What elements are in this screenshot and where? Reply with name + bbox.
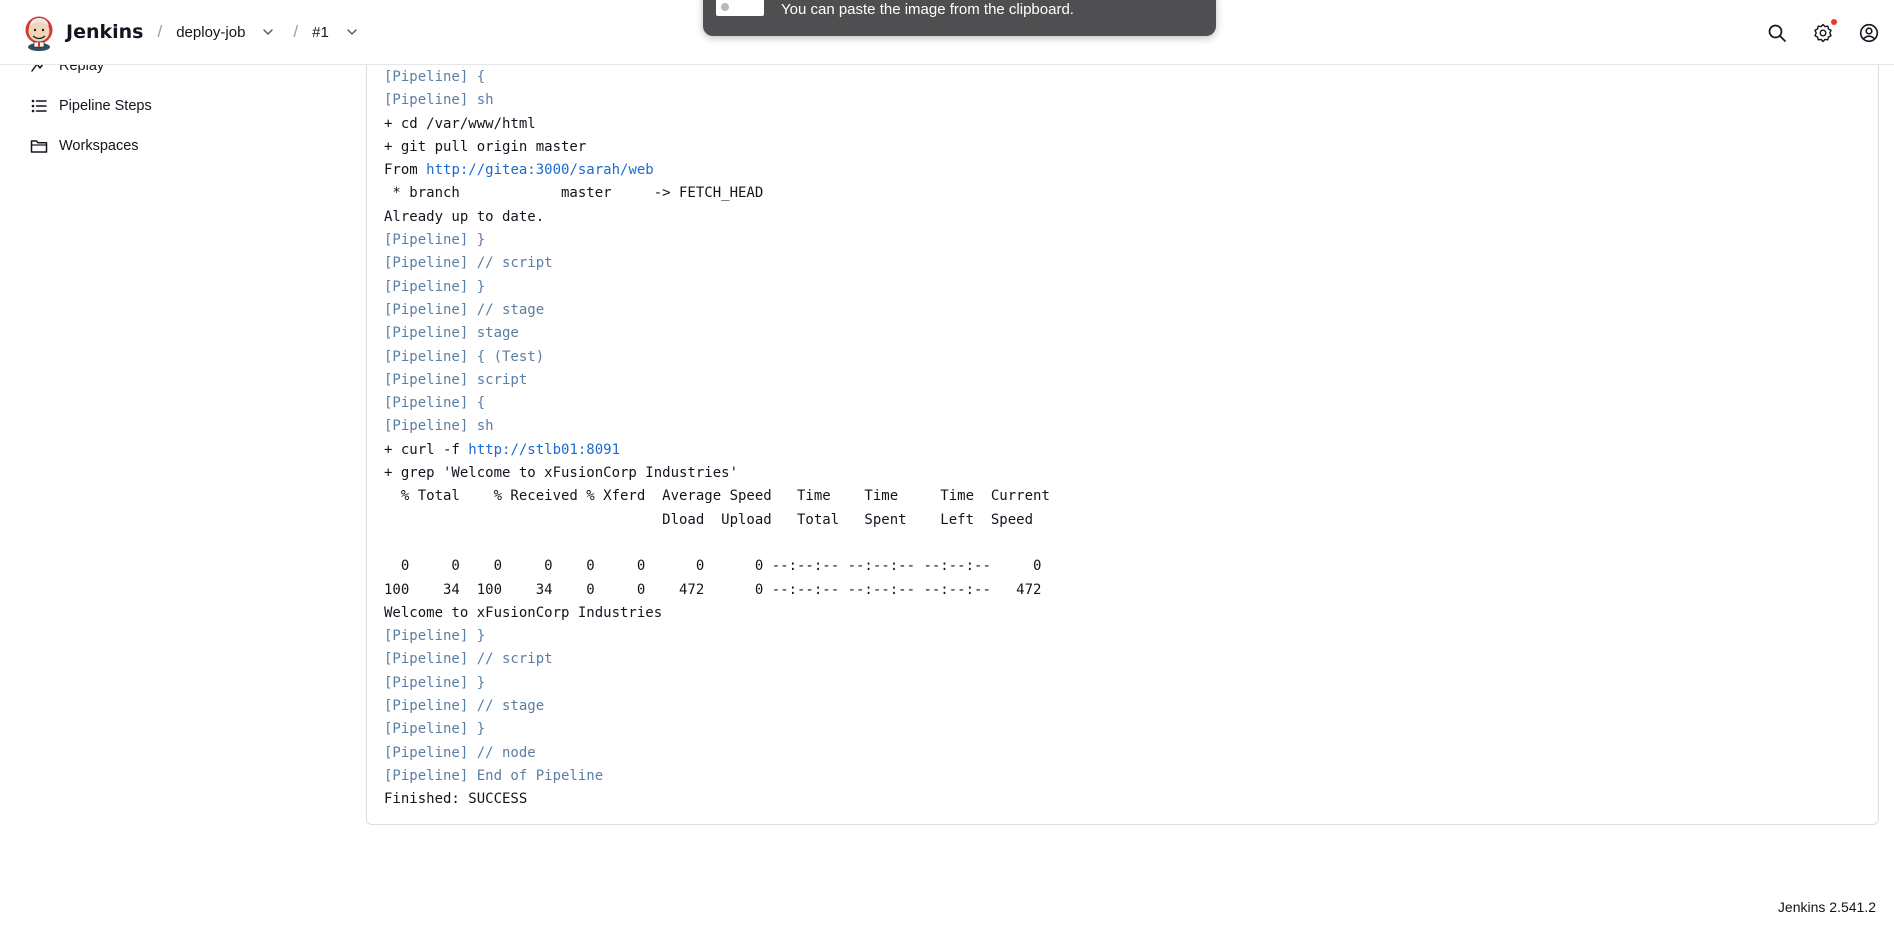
console-text: + curl -f — [384, 441, 469, 458]
pipeline-step-text: [Pipeline] sh — [384, 92, 494, 109]
brand-name: Jenkins — [66, 21, 144, 43]
console-line: Welcome to xFusionCorp Industries — [384, 602, 1050, 625]
pipeline-step-text: [Pipeline] } — [384, 232, 486, 249]
breadcrumb-job[interactable]: deploy-job — [176, 24, 245, 41]
console-output: [Pipeline] { [Pipeline] sh + cd /var/www/h… — [384, 66, 1050, 812]
toast-message: You can paste the image from the clipboa… — [781, 1, 1074, 18]
pipeline-step-text: [Pipeline] // stage — [384, 301, 545, 318]
chevron-down-icon[interactable] — [341, 21, 363, 43]
console-line: [Pipeline] sh — [384, 89, 1050, 112]
chevron-down-icon[interactable] — [257, 21, 279, 43]
jenkins-home-link[interactable]: Jenkins — [22, 13, 143, 51]
clipboard-toast: You can paste the image from the clipboa… — [703, 0, 1216, 36]
breadcrumb-separator: / — [157, 22, 163, 41]
console-line: [Pipeline] sh — [384, 415, 1050, 438]
console-line: + curl -f http://stlb01:8091 — [384, 439, 1050, 462]
folder-icon — [28, 135, 50, 157]
console-text: + grep 'Welcome to xFusionCorp Industrie… — [384, 465, 739, 482]
notification-dot — [1831, 18, 1837, 25]
pipeline-step-text: [Pipeline] // node — [384, 744, 536, 761]
sidebar-item-label: Pipeline Steps — [59, 98, 152, 114]
sidebar-item-pipeline-steps[interactable]: Pipeline Steps — [28, 94, 152, 118]
console-text: + cd /var/www/html — [384, 115, 536, 132]
list-icon — [28, 95, 50, 117]
pipeline-step-text: [Pipeline] } — [384, 278, 486, 295]
console-line: [Pipeline] stage — [384, 322, 1050, 345]
sidebar-item-workspaces[interactable]: Workspaces — [28, 134, 139, 158]
console-text: + git pull origin master — [384, 138, 587, 155]
console-text: Dload Upload Total Spent Left Speed — [384, 511, 1034, 528]
console-text: 0 0 0 0 0 0 0 0 --:--:-- --:--:-- --:--:… — [384, 558, 1042, 575]
console-text: 100 34 100 34 0 0 472 0 --:--:-- --:--:-… — [384, 581, 1042, 598]
pipeline-step-text: [Pipeline] { — [384, 69, 486, 85]
console-line: [Pipeline] { — [384, 66, 1050, 89]
console-text: Welcome to xFusionCorp Industries — [384, 604, 663, 621]
console-text: From — [384, 162, 427, 179]
pipeline-step-text: [Pipeline] End of Pipeline — [384, 767, 604, 784]
pipeline-step-text: [Pipeline] } — [384, 721, 486, 738]
console-line: + grep 'Welcome to xFusionCorp Industrie… — [384, 462, 1050, 485]
console-output-panel: [Pipeline] { [Pipeline] sh + cd /var/www/h… — [366, 56, 1879, 825]
console-line: [Pipeline] // node — [384, 742, 1050, 765]
console-line: [Pipeline] } — [384, 276, 1050, 299]
console-line: Finished: SUCCESS — [384, 788, 1050, 811]
console-line: [Pipeline] End of Pipeline — [384, 765, 1050, 788]
console-link[interactable]: http://gitea:3000/sarah/web — [426, 162, 654, 178]
console-line: [Pipeline] } — [384, 625, 1050, 648]
console-text: Finished: SUCCESS — [384, 791, 528, 808]
pipeline-step-text: [Pipeline] script — [384, 371, 528, 388]
pipeline-step-text: [Pipeline] } — [384, 674, 486, 691]
console-line: + git pull origin master — [384, 136, 1050, 159]
console-line: Already up to date. — [384, 206, 1050, 229]
jenkins-logo-icon — [25, 16, 53, 51]
pipeline-step-text: [Pipeline] sh — [384, 418, 494, 435]
console-line: [Pipeline] // stage — [384, 695, 1050, 718]
console-line: [Pipeline] // stage — [384, 299, 1050, 322]
pipeline-step-text: [Pipeline] { (Test) — [384, 348, 545, 365]
console-text: % Total % Received % Xferd Average Speed… — [384, 488, 1050, 505]
breadcrumb-build[interactable]: #1 — [312, 24, 329, 41]
search-icon[interactable] — [1766, 22, 1788, 44]
console-line: [Pipeline] } — [384, 718, 1050, 741]
console-line: [Pipeline] // script — [384, 252, 1050, 275]
console-text: Already up to date. — [384, 208, 545, 225]
console-line: [Pipeline] } — [384, 672, 1050, 695]
console-line: Dload Upload Total Spent Left Speed — [384, 509, 1050, 532]
console-line: 0 0 0 0 0 0 0 0 --:--:-- --:--:-- --:--:… — [384, 555, 1050, 578]
pipeline-step-text: [Pipeline] } — [384, 628, 486, 645]
gear-icon[interactable] — [1812, 18, 1837, 44]
console-line: [Pipeline] // script — [384, 648, 1050, 671]
console-line: From http://gitea:3000/sarah/web — [384, 159, 1050, 182]
console-line: 100 34 100 34 0 0 472 0 --:--:-- --:--:-… — [384, 579, 1050, 602]
console-line: [Pipeline] script — [384, 369, 1050, 392]
console-line: [Pipeline] } — [384, 229, 1050, 252]
breadcrumb-separator: / — [293, 22, 299, 41]
console-line: % Total % Received % Xferd Average Speed… — [384, 485, 1050, 508]
header-actions — [1766, 0, 1880, 65]
console-link[interactable]: http://stlb01:8091 — [468, 442, 620, 458]
user-icon[interactable] — [1858, 22, 1880, 44]
console-line: * branch master -> FETCH_HEAD — [384, 182, 1050, 205]
console-line: [Pipeline] { (Test) — [384, 346, 1050, 369]
console-line: [Pipeline] { — [384, 392, 1050, 415]
pipeline-step-text: [Pipeline] // script — [384, 651, 553, 668]
pipeline-step-text: [Pipeline] // script — [384, 255, 553, 272]
console-text: * branch master -> FETCH_HEAD — [384, 185, 764, 202]
pipeline-step-text: [Pipeline] stage — [384, 325, 519, 342]
pipeline-step-text: [Pipeline] // stage — [384, 698, 545, 715]
image-placeholder-icon — [716, 0, 764, 16]
jenkins-version-link[interactable]: Jenkins 2.541.2 — [1778, 899, 1876, 915]
sidebar-item-label: Workspaces — [59, 138, 139, 154]
pipeline-step-text: [Pipeline] { — [384, 395, 486, 412]
console-line: + cd /var/www/html — [384, 113, 1050, 136]
